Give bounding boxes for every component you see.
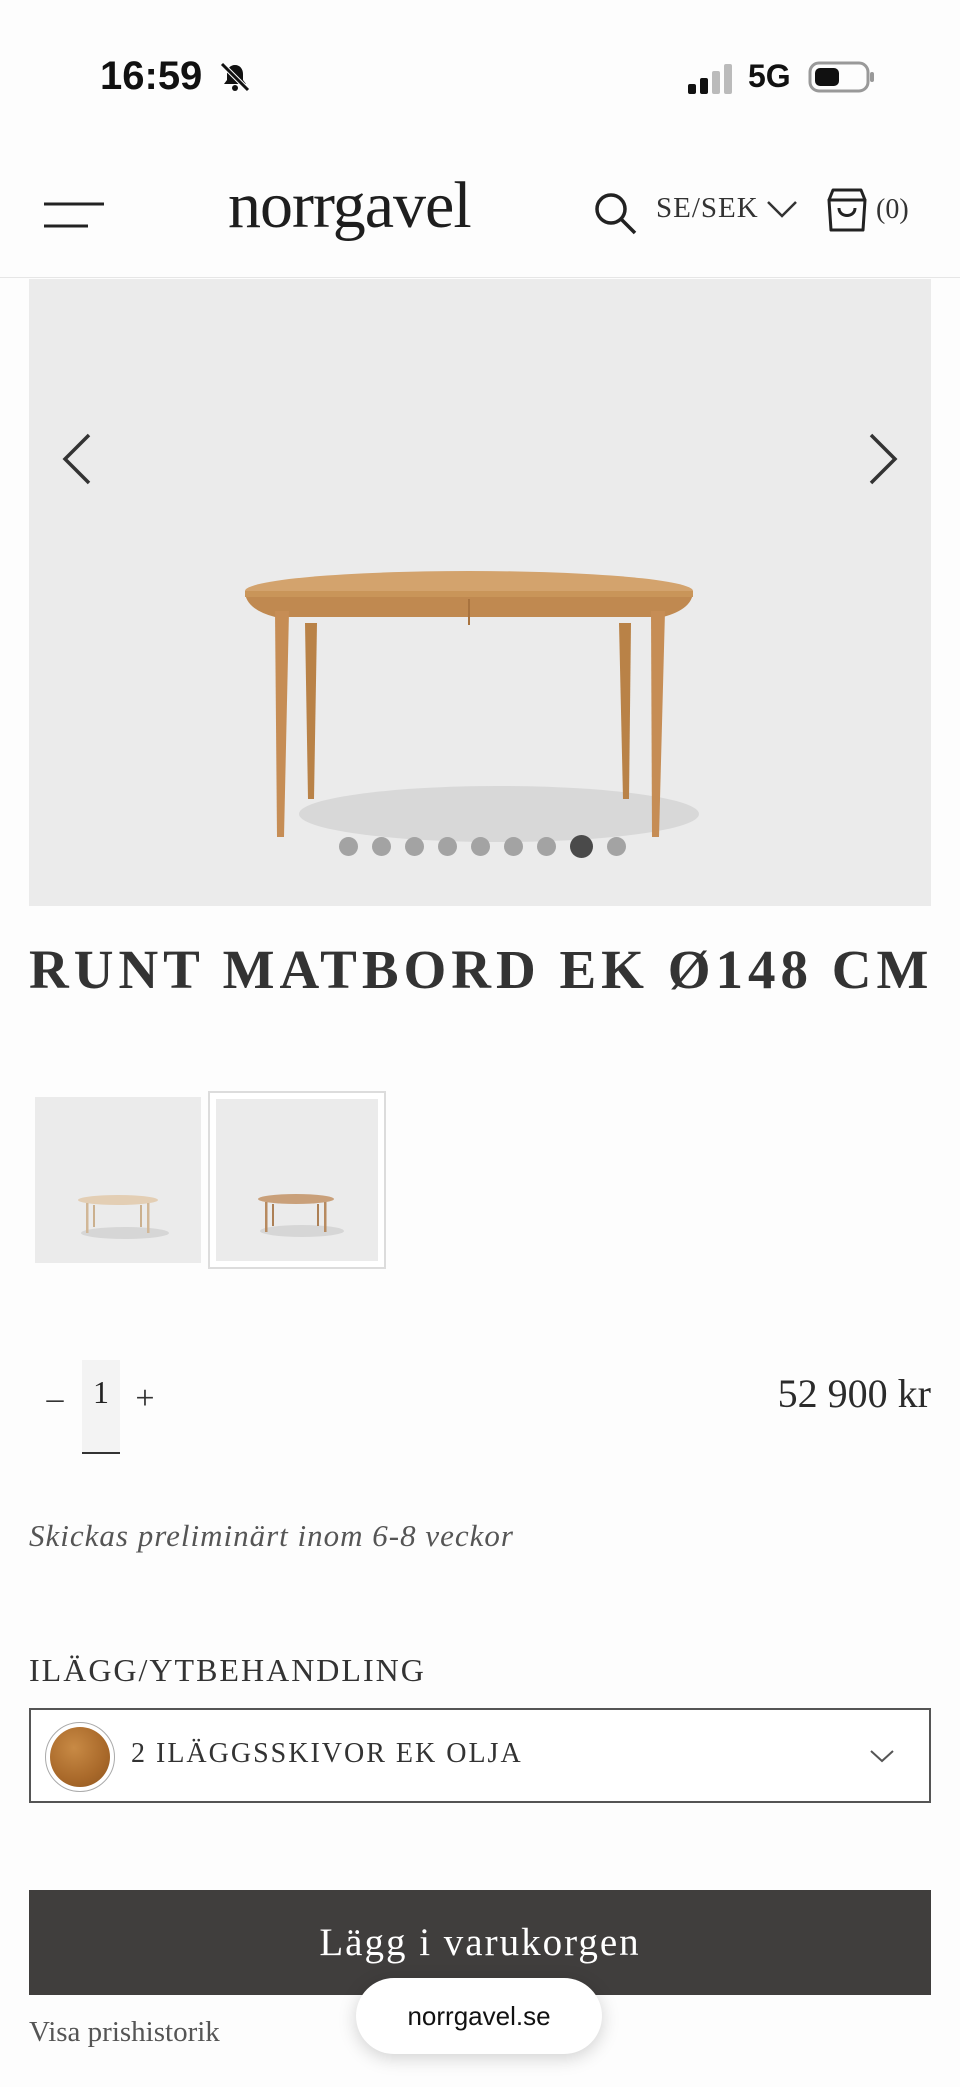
gallery-dot[interactable] xyxy=(371,837,391,856)
clock: 16:59 xyxy=(100,54,203,98)
shipping-estimate: Skickas preliminärt inom 6-8 veckor xyxy=(29,1518,514,1553)
finish-option-select[interactable]: 2 ILÄGGSSKIVOR EK OLJA xyxy=(29,1708,931,1803)
locale-selector[interactable]: SE/SEK xyxy=(656,192,799,225)
chevron-down-icon xyxy=(766,200,797,218)
gallery-dot[interactable] xyxy=(606,837,626,856)
product-title: RUNT MATBORD EK Ø148 CM xyxy=(29,939,934,1000)
network-type: 5G xyxy=(748,58,791,94)
browser-url-pill[interactable]: norrgavel.se xyxy=(356,1978,602,2054)
thumbnail-2-selected[interactable] xyxy=(208,1091,386,1269)
site-header: norrgavel SE/SEK (0) xyxy=(0,150,960,278)
status-bar: 16:59 5G xyxy=(0,0,960,150)
gallery-dot[interactable] xyxy=(503,837,523,856)
brand-logo[interactable]: norrgavel xyxy=(228,168,472,244)
product-gallery[interactable] xyxy=(29,279,931,906)
quantity-decrease-button[interactable]: – xyxy=(42,1380,68,1418)
cart-button[interactable]: (0) xyxy=(824,186,909,234)
search-icon[interactable] xyxy=(592,190,638,236)
gallery-dot[interactable] xyxy=(569,835,593,858)
thumbnail-table-light-icon xyxy=(78,1195,169,1239)
gallery-dot[interactable] xyxy=(404,837,424,856)
chevron-down-icon xyxy=(870,1750,894,1763)
previous-image-arrow-icon[interactable] xyxy=(57,429,97,489)
gallery-dot[interactable] xyxy=(437,837,457,856)
oak-swatch-icon xyxy=(45,1722,115,1792)
cart-count: (0) xyxy=(876,194,909,225)
cellular-signal-icon xyxy=(688,64,732,94)
locale-label: SE/SEK xyxy=(656,192,759,224)
product-price: 52 900 kr xyxy=(777,1371,931,1416)
thumbnail-1[interactable] xyxy=(35,1097,201,1263)
battery-icon xyxy=(808,61,874,93)
option-selected-value: 2 ILÄGGSSKIVOR EK OLJA xyxy=(131,1738,523,1769)
option-label: ILÄGG/YTBEHANDLING xyxy=(29,1652,426,1688)
bell-muted-icon xyxy=(220,62,250,92)
next-image-arrow-icon[interactable] xyxy=(863,429,903,489)
gallery-dot[interactable] xyxy=(338,837,358,856)
gallery-pagination xyxy=(29,835,931,858)
quantity-input[interactable]: 1 xyxy=(82,1360,120,1454)
gallery-dot[interactable] xyxy=(470,837,490,856)
quantity-increase-button[interactable]: + xyxy=(132,1380,158,1418)
thumbnail-table-oak-icon xyxy=(258,1194,344,1237)
hamburger-menu-icon[interactable] xyxy=(42,198,106,232)
shopping-bag-icon xyxy=(827,188,867,232)
product-image-round-table xyxy=(245,571,699,842)
price-history-link[interactable]: Visa prishistorik xyxy=(29,2016,220,2049)
gallery-dot[interactable] xyxy=(536,837,556,856)
